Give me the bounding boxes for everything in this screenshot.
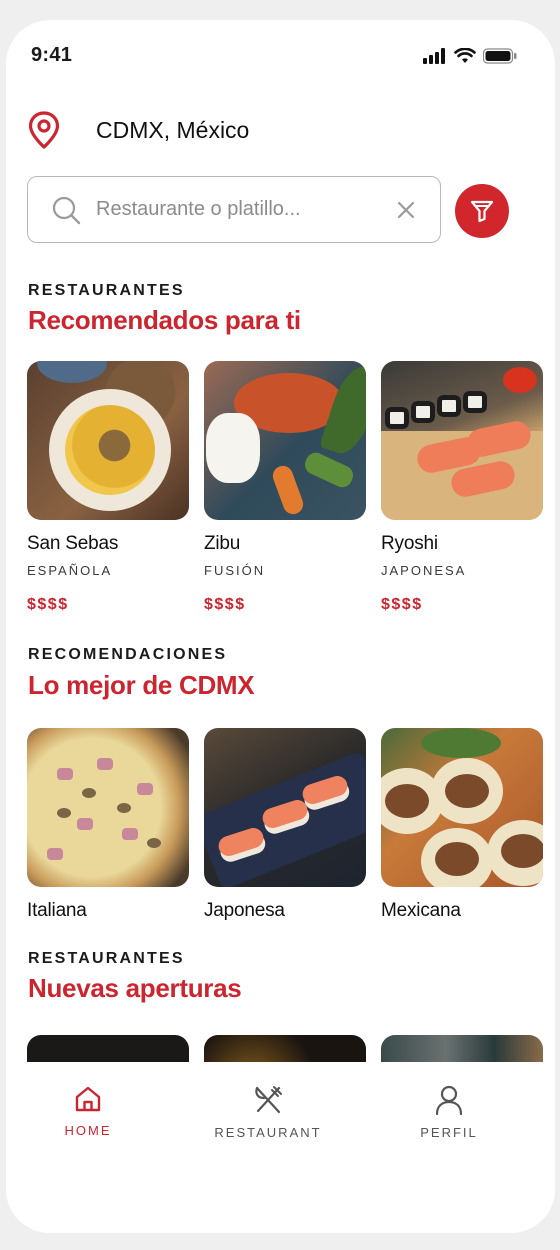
section-eyebrow: RECOMENDACIONES	[28, 646, 228, 663]
nav-perfil-label: PERFIL	[420, 1125, 478, 1140]
restaurant-name: San Sebas	[27, 533, 119, 554]
nav-restaurant[interactable]: RESTAURANT	[193, 1084, 343, 1140]
new-openings-carousel[interactable]	[6, 1035, 555, 1062]
nav-home[interactable]: HOME	[13, 1084, 163, 1138]
restaurant-name: Zibu	[204, 533, 241, 554]
restaurant-image	[381, 1035, 543, 1062]
search-bar[interactable]: Restaurante o platillo...	[27, 176, 441, 243]
close-icon[interactable]	[396, 200, 416, 220]
category-name: Italiana	[27, 900, 87, 921]
map-pin-icon	[28, 111, 60, 149]
category-card[interactable]: Japonesa	[204, 728, 366, 922]
category-name: Mexicana	[381, 900, 461, 921]
restaurant-price: $$$$	[27, 596, 69, 613]
section-eyebrow: RESTAURANTES	[28, 282, 185, 299]
category-card[interactable]: Italiana	[27, 728, 189, 922]
signal-icon	[423, 48, 445, 64]
category-name: Japonesa	[204, 900, 285, 921]
restaurant-image	[204, 1035, 366, 1062]
user-icon	[435, 1085, 463, 1116]
filter-button[interactable]	[455, 184, 509, 238]
category-image	[381, 728, 543, 887]
restaurant-cuisine: FUSIÓN	[204, 563, 266, 578]
section-eyebrow: RESTAURANTES	[28, 950, 185, 967]
search-input[interactable]: Restaurante o platillo...	[96, 198, 396, 221]
restaurant-image	[27, 1035, 189, 1062]
section-title: Nuevas aperturas	[28, 973, 242, 1003]
location-selector[interactable]: CDMX, México	[26, 110, 249, 150]
restaurant-name: Ryoshi	[381, 533, 438, 554]
battery-icon	[483, 48, 517, 64]
restaurant-card[interactable]: Ryoshi JAPONESA $$$$	[381, 361, 543, 614]
search-icon	[52, 196, 81, 224]
restaurant-card[interactable]	[204, 1035, 366, 1062]
restaurant-price: $$$$	[381, 596, 423, 613]
status-icons	[423, 48, 517, 64]
nav-restaurant-label: RESTAURANT	[214, 1125, 322, 1140]
section-title: Lo mejor de CDMX	[28, 670, 255, 700]
restaurant-card[interactable]	[381, 1035, 543, 1062]
restaurant-cuisine: ESPAÑOLA	[27, 563, 113, 578]
filter-icon	[470, 200, 494, 223]
section-title: Recomendados para ti	[28, 305, 301, 335]
restaurant-cuisine: JAPONESA	[381, 563, 467, 578]
location-city: CDMX, México	[96, 116, 250, 143]
restaurant-price: $$$$	[204, 596, 246, 613]
category-card[interactable]: Mexicana	[381, 728, 543, 922]
restaurant-image	[204, 361, 366, 520]
restaurant-image	[381, 361, 543, 520]
nav-home-label: HOME	[64, 1123, 112, 1138]
restaurant-carousel[interactable]: San Sebas ESPAÑOLA $$$$ Zibu FUSIÓN $$$$	[27, 361, 543, 614]
status-time: 9:41	[31, 44, 73, 66]
home-icon	[75, 1086, 101, 1112]
category-image	[27, 728, 189, 887]
restaurant-image	[27, 361, 189, 520]
utensils-icon	[255, 1086, 282, 1114]
restaurant-card[interactable]: San Sebas ESPAÑOLA $$$$	[27, 361, 189, 614]
restaurant-card[interactable]	[27, 1035, 189, 1062]
wifi-icon	[454, 48, 476, 63]
restaurant-card[interactable]: Zibu FUSIÓN $$$$	[204, 361, 366, 614]
bottom-nav: HOME RESTAURANT PERFIL	[6, 1062, 555, 1233]
nav-perfil[interactable]: PERFIL	[374, 1084, 524, 1140]
category-image	[204, 728, 366, 887]
phone-screen: 9:41 CDMX, México Restaurante o platillo…	[6, 20, 555, 1233]
category-carousel[interactable]: Italiana Japonesa Mexicana	[27, 728, 543, 922]
